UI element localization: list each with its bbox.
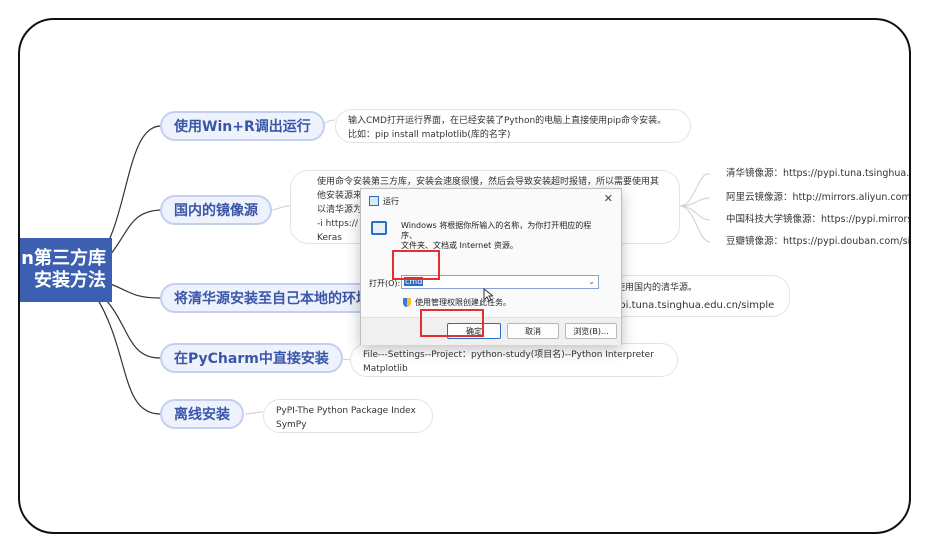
topic-label: 离线安装 (174, 407, 230, 423)
note-local-tsinghua: 以使用国内的清华源。 pypi.tuna.tsinghua.edu.cn/sim… (594, 275, 790, 317)
note-offline: PyPI-The Python Package Index SymPy (263, 399, 433, 433)
run-description: Windows 将根据你所输入的名称，为你打开相应的程序、 文件夹、文档或 In… (401, 221, 601, 251)
topic-pycharm[interactable]: 在PyCharm中直接安装 (160, 343, 343, 373)
note-line: 比如：pip install matplotlib(库的名字) (348, 130, 511, 140)
topic-win-r[interactable]: 使用Win+R调出运行 (160, 111, 325, 141)
run-description-line1: Windows 将根据你所输入的名称，为你打开相应的程序、 (401, 221, 592, 240)
chevron-down-icon[interactable]: ⌄ (588, 277, 595, 286)
run-dialog-titlebar[interactable]: 运行 (369, 195, 399, 207)
note-line: SymPy (276, 420, 307, 430)
run-dialog-button-row: 确定 取消 浏览(B)... (361, 317, 621, 345)
admin-notice-text: 使用管理权限创建此任务。 (415, 298, 511, 307)
cursor-icon (483, 288, 493, 302)
run-window-icon (371, 221, 387, 235)
topic-offline[interactable]: 离线安装 (160, 399, 244, 429)
root-label-line2: 安装方法 (34, 270, 106, 291)
note-line: File---Settings--Project：python-study(项目… (363, 350, 654, 360)
run-app-icon (369, 196, 379, 206)
mirror-tsinghua: 清华镜像源：https://pypi.tuna.tsinghua.edu (726, 168, 911, 179)
note-line: 以使用国内的清华源。 (607, 283, 698, 293)
topic-label: 使用Win+R调出运行 (174, 119, 311, 135)
note-pycharm: File---Settings--Project：python-study(项目… (350, 343, 678, 377)
close-icon[interactable]: ✕ (604, 192, 613, 205)
topic-label: 国内的镜像源 (174, 203, 258, 219)
note-line: Matplotlib (363, 364, 408, 374)
topic-label: 在PyCharm中直接安装 (174, 351, 329, 367)
shield-icon (403, 298, 411, 307)
topic-local-tsinghua[interactable]: 将清华源安装至自己本地的环境 (160, 283, 380, 313)
mirror-aliyun: 阿里云镜像源：http://mirrors.aliyun.com/py (726, 192, 911, 203)
screen-frame: n第三方库 安装方法 使用Win+R调出运行 输入CMD打开运行界面，在已经安装… (18, 18, 911, 534)
note-win-r: 输入CMD打开运行界面，在已经安装了Python的电脑上直接使用pip命令安装。… (335, 109, 691, 143)
mirror-douban: 豆瓣镜像源：https://pypi.douban.com/simp (726, 236, 911, 247)
root-label-line1: n第三方库 (21, 248, 106, 269)
browse-button[interactable]: 浏览(B)... (565, 323, 617, 339)
note-line: pypi.tuna.tsinghua.edu.cn/simple (607, 300, 775, 311)
run-dialog-title: 运行 (383, 196, 399, 206)
topic-mirror-source[interactable]: 国内的镜像源 (160, 195, 272, 225)
cancel-button[interactable]: 取消 (507, 323, 559, 339)
input-highlight-box (392, 250, 440, 280)
mindmap-root-node[interactable]: n第三方库 安装方法 (20, 238, 112, 302)
admin-notice: 使用管理权限创建此任务。 (403, 297, 511, 308)
note-line: 使用命令安装第三方库，安装会速度很慢，然后会导致安装超时报错，所以需要使用其 (317, 177, 660, 187)
note-line: PyPI-The Python Package Index (276, 406, 416, 416)
mirror-ustc: 中国科技大学镜像源：https://pypi.mirrors.u (726, 214, 911, 225)
note-line: 输入CMD打开运行界面，在已经安装了Python的电脑上直接使用pip命令安装。 (348, 116, 667, 126)
ok-highlight-box (420, 309, 484, 337)
topic-label: 将清华源安装至自己本地的环境 (174, 291, 370, 307)
